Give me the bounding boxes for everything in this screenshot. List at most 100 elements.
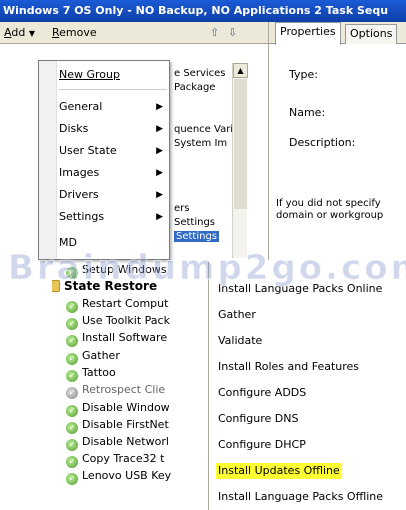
tree-item-label: Restart Comput: [82, 297, 169, 310]
menu-separator: [59, 89, 167, 90]
tree-item[interactable]: ✓ Install Software: [66, 330, 168, 347]
check-icon: ✓: [66, 473, 78, 485]
properties-panel: Properties Options Type: Name: Descripti…: [268, 22, 406, 272]
tree-item-disabled[interactable]: ✓ Retrospect Clie: [66, 382, 166, 399]
tree-item-label: Disable FirstNet: [82, 418, 169, 431]
menu-item-label: Images: [59, 166, 100, 179]
submenu-arrow-icon: ▶: [156, 190, 163, 200]
tree-item[interactable]: ✓ Disable Networl: [66, 434, 169, 451]
check-icon: ✓: [66, 405, 78, 417]
tree-item-label: Install Software: [82, 331, 168, 344]
menu-item-general[interactable]: General ▶: [57, 97, 169, 117]
disabled-check-icon: ✓: [66, 387, 78, 399]
tree-item[interactable]: ✓ Disable Window: [66, 400, 170, 417]
submenu-item-install-language-packs-online[interactable]: Install Language Packs Online: [218, 281, 382, 297]
info-text-line-1: If you did not specify: [276, 198, 381, 209]
menu-item-label: Settings: [59, 210, 105, 223]
add-label-rest: dd: [11, 26, 26, 39]
tree-item[interactable]: ✓ Restart Comput: [66, 296, 169, 313]
submenu-item-configure-dns[interactable]: Configure DNS: [218, 411, 299, 427]
tree-fragment: e Services: [174, 68, 226, 79]
submenu-item-validate[interactable]: Validate: [218, 333, 262, 349]
tree-divider: [208, 262, 209, 510]
menu-item-images[interactable]: Images ▶: [57, 163, 169, 183]
submenu-arrow-icon: ▶: [156, 146, 163, 156]
tree-item[interactable]: ✓ Tattoo: [66, 365, 116, 382]
tree-item-label: Lenovo USB Key: [82, 469, 172, 482]
tab-options[interactable]: Options: [345, 24, 398, 44]
description-label: Description:: [289, 136, 356, 149]
tree-fragment: ers: [174, 203, 190, 214]
submenu-arrow-icon: ▶: [156, 212, 163, 222]
properties-tabs: Properties Options: [269, 22, 406, 45]
menu-item-label: Disks: [59, 122, 89, 135]
add-button[interactable]: Add ▼: [4, 25, 35, 41]
window-title: Windows 7 OS Only - NO Backup, NO Applic…: [0, 0, 406, 22]
folder-icon: [52, 280, 60, 292]
submenu-item-configure-dhcp[interactable]: Configure DHCP: [218, 437, 306, 453]
tree-item-label: Retrospect Clie: [82, 383, 166, 396]
tree-fragment: quence Vari: [174, 124, 234, 135]
tree-item-label: Copy Trace32 t: [82, 452, 165, 465]
move-up-icon[interactable]: ⇧: [210, 25, 219, 41]
menu-item-mdt[interactable]: MD: [57, 233, 169, 253]
submenu-item-install-updates-offline[interactable]: Install Updates Offline: [216, 463, 342, 479]
check-icon: ✓: [66, 353, 78, 365]
chevron-down-icon: ▼: [28, 29, 35, 38]
tree-item-label: Gather: [82, 349, 120, 362]
submenu-arrow-icon: ▶: [156, 168, 163, 178]
menu-item-drivers[interactable]: Drivers ▶: [57, 185, 169, 205]
tree-fragment-selected[interactable]: Settings: [174, 231, 220, 242]
tree-group[interactable]: State Restore: [52, 278, 157, 294]
tree-scrollbar[interactable]: ▲: [232, 63, 248, 258]
check-icon: ✓: [66, 301, 78, 313]
mdt-submenu: Install Language Packs Online Gather Val…: [212, 260, 406, 510]
submenu-arrow-icon: ▶: [156, 102, 163, 112]
task-sequence-tree: ✓ Setup Windows State Restore ✓ Restart Co…: [52, 262, 208, 510]
submenu-item-install-roles-and-features[interactable]: Install Roles and Features: [218, 359, 359, 375]
tree-item[interactable]: ✓ Copy Trace32 t: [66, 451, 165, 468]
check-icon: ✓: [66, 318, 78, 330]
check-icon: ✓: [66, 335, 78, 347]
tree-item-label: Setup Windows: [82, 263, 167, 276]
name-label: Name:: [289, 106, 326, 119]
tree-item[interactable]: ✓ Use Toolkit Pack: [66, 313, 170, 330]
tab-properties[interactable]: Properties: [275, 22, 341, 45]
tree-item-label: Tattoo: [82, 366, 116, 379]
tree-item[interactable]: ✓ Disable FirstNet: [66, 417, 169, 434]
menu-item-label: Drivers: [59, 188, 99, 201]
menu-item-new-group[interactable]: New Group: [57, 65, 169, 85]
toolbar: Add ▼ Remove ⇧ ⇩: [0, 22, 268, 44]
menu-item-label: New Group: [59, 68, 120, 81]
submenu-arrow-icon: ▶: [156, 124, 163, 134]
tree-fragment: System Im: [174, 138, 228, 149]
remove-button[interactable]: Remove: [52, 25, 97, 41]
scroll-up-arrow-icon[interactable]: ▲: [233, 63, 248, 78]
menu-item-label: User State: [59, 144, 117, 157]
menu-item-label: General: [59, 100, 103, 113]
check-icon: ✓: [66, 370, 78, 382]
tree-item-label: Disable Networl: [82, 435, 169, 448]
submenu-item-install-language-packs-offline[interactable]: Install Language Packs Offline: [218, 489, 383, 505]
tree-fragment: Package: [174, 82, 216, 93]
add-dropdown-menu: New Group General ▶ Disks ▶ User State ▶ Im…: [38, 60, 170, 260]
menu-item-settings[interactable]: Settings ▶: [57, 207, 169, 227]
tree-item[interactable]: ✓ Lenovo USB Key: [66, 468, 172, 485]
submenu-item-configure-adds[interactable]: Configure ADDS: [218, 385, 306, 401]
check-icon: ✓: [66, 439, 78, 451]
menu-item-user-state[interactable]: User State ▶: [57, 141, 169, 161]
tree-item[interactable]: ✓ Setup Windows: [66, 262, 167, 279]
scrollbar-thumb[interactable]: [234, 79, 247, 209]
tree-item-label: Disable Window: [82, 401, 170, 414]
tree-group-label: State Restore: [64, 279, 158, 293]
menu-item-disks[interactable]: Disks ▶: [57, 119, 169, 139]
info-text-line-2: domain or workgroup: [276, 210, 384, 221]
check-icon: ✓: [66, 422, 78, 434]
check-icon: ✓: [66, 456, 78, 468]
move-down-icon[interactable]: ⇩: [228, 25, 237, 41]
submenu-item-gather[interactable]: Gather: [218, 307, 256, 323]
tree-item[interactable]: ✓ Gather: [66, 348, 120, 365]
menu-item-label: MD: [59, 236, 77, 249]
tree-fragment: Settings: [174, 217, 216, 228]
remove-label-rest: emove: [59, 26, 97, 39]
